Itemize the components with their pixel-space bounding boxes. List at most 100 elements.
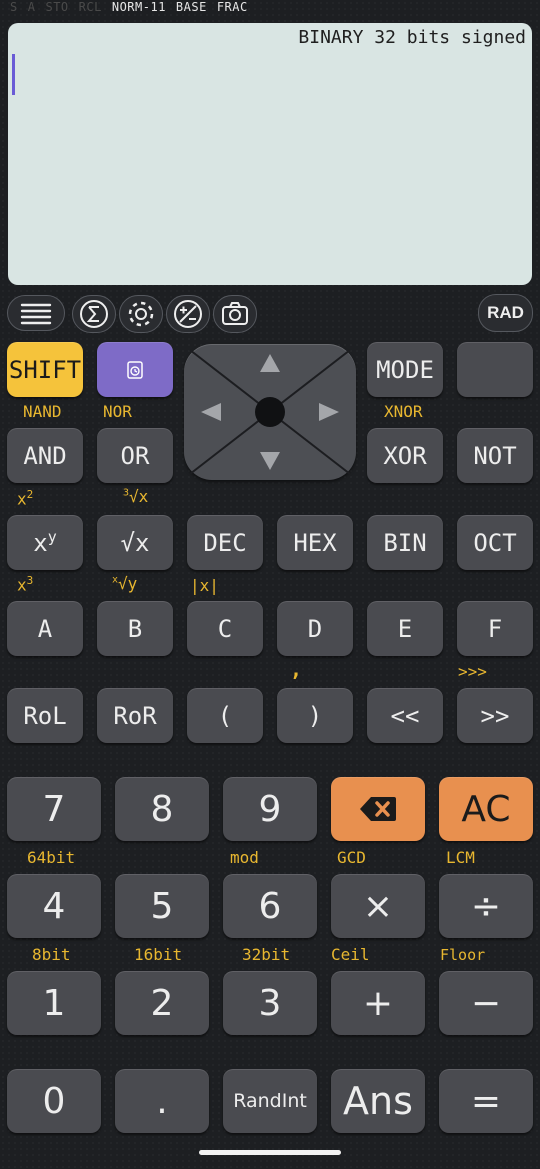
c-button[interactable]: C [187, 601, 263, 656]
input-cursor [12, 54, 15, 95]
x-cubed-label: x3 [17, 574, 34, 595]
power-icon: xy [33, 528, 57, 557]
calculator-display[interactable]: BINARY 32 bits signed [8, 23, 532, 285]
blank-button[interactable] [457, 342, 533, 397]
or-button[interactable]: OR [97, 428, 173, 483]
floor-label: Floor [440, 946, 486, 964]
status-rcl: RCL [78, 0, 102, 14]
xnor-label: XNOR [384, 402, 423, 421]
history-icon [127, 360, 143, 379]
ror-button[interactable]: RoR [97, 688, 173, 743]
plus-minus-icon [174, 300, 202, 328]
not-button[interactable]: NOT [457, 428, 533, 483]
xor-button[interactable]: XOR [367, 428, 443, 483]
power-button[interactable]: xy [7, 515, 83, 570]
8bit-label: 8bit [32, 945, 71, 964]
b-button[interactable]: B [97, 601, 173, 656]
all-clear-button[interactable]: AC [439, 777, 533, 841]
rad-toggle-button[interactable]: RAD [478, 294, 533, 332]
ans-button[interactable]: Ans [331, 1069, 425, 1133]
sqrt-icon: √x [120, 528, 150, 557]
gcd-label: GCD [337, 848, 366, 867]
comma-label: , [290, 657, 303, 681]
status-bar: S A STO RCL NORM-11 BASE FRAC [10, 0, 258, 16]
left-paren-button[interactable]: ( [187, 688, 263, 743]
status-a: A [27, 0, 36, 14]
arrow-down-icon [260, 452, 280, 470]
and-button[interactable]: AND [7, 428, 83, 483]
nth-root-label: x√y [112, 574, 138, 593]
dpad-right-button[interactable] [319, 403, 339, 425]
randint-button[interactable]: RandInt [223, 1069, 317, 1133]
gear-icon [128, 301, 154, 327]
dpad-down-button[interactable] [260, 452, 280, 474]
sqrt-button[interactable]: √x [97, 515, 173, 570]
oct-button[interactable]: OCT [457, 515, 533, 570]
e-button[interactable]: E [367, 601, 443, 656]
bin-button[interactable]: BIN [367, 515, 443, 570]
16bit-label: 16bit [134, 945, 183, 964]
digit-3-button[interactable]: 3 [223, 971, 317, 1035]
digit-9-button[interactable]: 9 [223, 777, 317, 841]
d-button[interactable]: D [277, 601, 353, 656]
f-button[interactable]: F [457, 601, 533, 656]
divide-button[interactable]: ÷ [439, 874, 533, 938]
history-button[interactable] [97, 342, 173, 397]
dpad [184, 344, 356, 480]
arrow-left-icon [201, 403, 221, 421]
subtract-button[interactable]: − [439, 971, 533, 1035]
hex-button[interactable]: HEX [277, 515, 353, 570]
cube-root-label: 3√x [123, 487, 149, 506]
mod-label: mod [230, 848, 259, 867]
nand-label: NAND [23, 402, 62, 421]
status-norm: NORM-11 [111, 0, 166, 14]
status-base: BASE [175, 0, 207, 14]
screenshot-button[interactable] [213, 295, 257, 333]
right-paren-button[interactable]: ) [277, 688, 353, 743]
a-button[interactable]: A [7, 601, 83, 656]
32bit-label: 32bit [242, 945, 291, 964]
digit-0-button[interactable]: 0 [7, 1069, 101, 1133]
dec-button[interactable]: DEC [187, 515, 263, 570]
status-sto: STO [45, 0, 69, 14]
shift-left-button[interactable]: << [367, 688, 443, 743]
digit-6-button[interactable]: 6 [223, 874, 317, 938]
lcm-label: LCM [446, 848, 475, 867]
arrow-right-icon [319, 403, 339, 421]
arrow-up-icon [260, 354, 280, 372]
equals-button[interactable]: = [439, 1069, 533, 1133]
digit-1-button[interactable]: 1 [7, 971, 101, 1035]
dpad-left-button[interactable] [201, 403, 221, 425]
mode-button[interactable]: MODE [367, 342, 443, 397]
digit-5-button[interactable]: 5 [115, 874, 209, 938]
rol-button[interactable]: RoL [7, 688, 83, 743]
digit-4-button[interactable]: 4 [7, 874, 101, 938]
backspace-button[interactable] [331, 777, 425, 841]
decimal-point-button[interactable]: . [115, 1069, 209, 1133]
shift-right-button[interactable]: >> [457, 688, 533, 743]
menu-button[interactable] [7, 295, 65, 331]
backspace-icon [360, 797, 396, 821]
settings-button[interactable] [119, 295, 163, 333]
nor-label: NOR [103, 402, 132, 421]
multiply-button[interactable]: × [331, 874, 425, 938]
camera-icon [222, 302, 248, 325]
display-mode-text: BINARY 32 bits signed [298, 27, 526, 48]
status-s: S [10, 0, 18, 14]
add-button[interactable]: + [331, 971, 425, 1035]
sigma-icon [80, 300, 108, 328]
digit-7-button[interactable]: 7 [7, 777, 101, 841]
abs-label: |x| [190, 576, 219, 595]
menu-icon [20, 303, 52, 325]
ceil-label: Ceil [331, 945, 370, 964]
x-squared-label: x2 [17, 488, 34, 509]
status-frac: FRAC [216, 0, 248, 14]
sum-button[interactable] [72, 295, 116, 333]
digit-8-button[interactable]: 8 [115, 777, 209, 841]
home-indicator[interactable] [199, 1150, 341, 1155]
digit-2-button[interactable]: 2 [115, 971, 209, 1035]
plus-minus-button[interactable] [166, 295, 210, 333]
64bit-label: 64bit [27, 848, 76, 867]
dpad-up-button[interactable] [260, 354, 280, 376]
shift-button[interactable]: SHIFT [7, 342, 83, 397]
